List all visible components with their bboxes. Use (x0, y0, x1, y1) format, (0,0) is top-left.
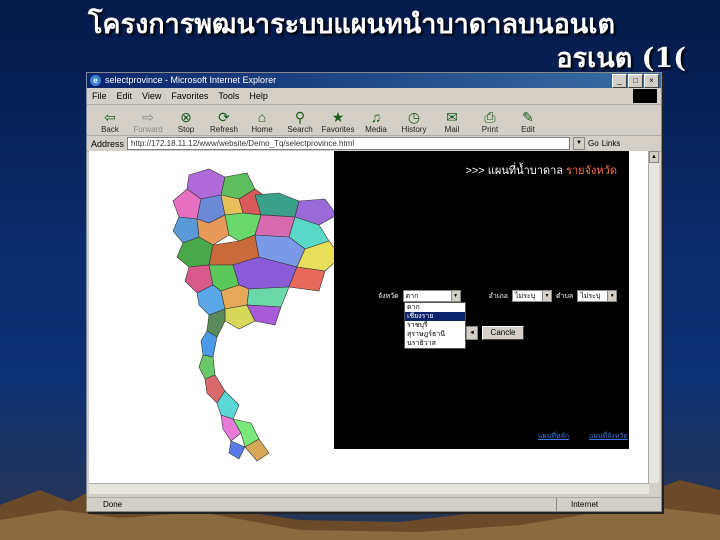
edit-label: Edit (521, 125, 535, 134)
back-button[interactable]: ⇦ Back (91, 109, 129, 135)
address-bar: Address http://172.18.11.12/www/website/… (87, 136, 661, 152)
province-dropdown-list: ตาก เชียงราย ราชบุรี สุราษฎร์ธานี นราธิว… (404, 302, 466, 349)
menu-bar: File Edit View Favorites Tools Help (87, 88, 661, 105)
refresh-label: Refresh (209, 125, 238, 134)
horizontal-scrollbar[interactable] (89, 483, 649, 494)
dropdown-option[interactable]: สุราษฎร์ธานี (405, 330, 465, 339)
back-arrow-icon: ⇦ (104, 109, 116, 125)
slide-title: โครงการพฒนาระบบแผนทนำบาดาลบนอนเต อรเนต (… (88, 8, 688, 76)
province-label: จังหวัด (378, 292, 399, 300)
media-icon: ♫ (370, 109, 382, 125)
mail-button[interactable]: ✉ Mail (433, 109, 471, 135)
district-select[interactable]: ไม่ระบุ ▼ (511, 290, 552, 302)
address-input[interactable]: http://172.18.11.12/www/website/Demo_Tq/… (127, 137, 571, 150)
chevron-down-icon: ▼ (450, 291, 460, 301)
windows-logo-icon (633, 89, 657, 103)
stop-label: Stop (177, 125, 195, 134)
page-viewport: >>> แผนที่น้ำบาดาล รายจังหวัด จังหวัด ตา… (89, 151, 649, 483)
slide-title-line1: โครงการพฒนาระบบแผนทนำบาดาลบนอนเต (88, 9, 616, 40)
address-label: Address (91, 138, 125, 149)
window-titlebar[interactable]: e selectprovince - Microsoft Internet Ex… (87, 73, 661, 88)
province-search-panel: >>> แผนที่น้ำบาดาล รายจังหวัด จังหวัด ตา… (334, 151, 629, 449)
menu-edit[interactable]: Edit (112, 91, 138, 101)
panel-heading-prefix: >>> แผนที่น้ำบาดาล (465, 165, 564, 177)
window-title: selectprovince - Microsoft Internet Expl… (105, 75, 277, 85)
go-button[interactable]: Go (588, 139, 599, 148)
dropdown-option-selected[interactable]: เชียงราย (405, 312, 465, 321)
panel-heading: >>> แผนที่น้ำบาดาล รายจังหวัด (465, 161, 617, 179)
subdistrict-select[interactable]: ไม่ระบุ ▼ (577, 290, 618, 302)
menu-favorites[interactable]: Favorites (166, 91, 213, 101)
dropdown-option[interactable]: ราชบุรี (405, 321, 465, 330)
province-select-value: ตาก (405, 292, 419, 300)
refresh-button[interactable]: ⟳ Refresh (205, 109, 243, 135)
district-select-value: ไม่ระบุ (514, 292, 536, 300)
print-icon: ⎙ (484, 109, 496, 125)
search-icon: ⚲ (294, 109, 306, 125)
minimize-icon[interactable]: _ (612, 74, 627, 88)
menu-tools[interactable]: Tools (213, 91, 244, 101)
history-label: History (401, 125, 427, 134)
mail-label: Mail (444, 125, 460, 134)
stop-button[interactable]: ⊗ Stop (167, 109, 205, 135)
links-button[interactable]: Links (602, 139, 621, 148)
scroll-up-icon[interactable]: ▲ (649, 151, 659, 163)
forward-arrow-icon: ⇨ (142, 109, 154, 125)
media-button[interactable]: ♫ Media (357, 109, 395, 135)
internet-explorer-icon: e (90, 75, 101, 86)
forward-button[interactable]: ⇨ Forward (129, 109, 167, 135)
district-label: อำเภอ (488, 292, 508, 300)
chevron-down-icon: ▼ (541, 291, 551, 301)
menu-help[interactable]: Help (244, 91, 273, 101)
edit-button[interactable]: ✎ Edit (509, 109, 547, 135)
toolbar: ⇦ Back ⇨ Forward ⊗ Stop ⟳ Refresh ⌂ Home ⚲ Sea… (87, 105, 661, 136)
history-button[interactable]: ◷ History (395, 109, 433, 135)
chevron-down-icon: ▼ (607, 291, 617, 301)
home-icon: ⌂ (257, 109, 267, 125)
edit-icon: ✎ (522, 109, 534, 125)
submit-arrow-icon[interactable]: ◄ (466, 326, 478, 340)
cancel-button[interactable]: Cancle (482, 326, 524, 340)
search-button[interactable]: ⚲ Search (281, 109, 319, 135)
address-dropdown-icon[interactable]: ▼ (573, 137, 586, 150)
back-label: Back (101, 125, 119, 134)
panel-links: แผนที่หลัก แผนที่จังหวัด (538, 431, 628, 442)
province-select[interactable]: ตาก ▼ (402, 290, 461, 302)
menu-file[interactable]: File (87, 91, 112, 101)
browser-window: e selectprovince - Microsoft Internet Ex… (86, 72, 662, 512)
favorites-label: Favorites (321, 125, 355, 134)
province-map-link[interactable]: แผนที่จังหวัด (589, 431, 628, 442)
print-button[interactable]: ⎙ Print (471, 109, 509, 135)
search-label: Search (287, 125, 313, 134)
home-button[interactable]: ⌂ Home (243, 109, 281, 135)
panel-heading-highlight: รายจังหวัด (566, 165, 617, 177)
subdistrict-label: ตำบล (555, 292, 574, 300)
maximize-icon[interactable]: □ (628, 74, 643, 88)
stop-icon: ⊗ (180, 109, 192, 125)
close-icon[interactable]: × (644, 74, 659, 88)
status-text: Done (103, 500, 123, 509)
home-label: Home (251, 125, 273, 134)
history-icon: ◷ (407, 109, 421, 125)
main-map-link[interactable]: แผนที่หลัก (538, 431, 569, 442)
thailand-province-map[interactable] (129, 165, 349, 465)
favorites-button[interactable]: ★ Favorites (319, 109, 357, 135)
subdistrict-select-value: ไม่ระบุ (580, 292, 601, 300)
vertical-scrollbar[interactable]: ▲ (648, 151, 659, 483)
dropdown-option[interactable]: ตาก (405, 303, 465, 312)
favorites-icon: ★ (331, 109, 345, 125)
filter-form: จังหวัด ตาก ▼ อำเภอ ไม่ระบุ ▼ ตำบล ไม่ระ… (378, 290, 618, 302)
print-label: Print (481, 125, 499, 134)
mail-icon: ✉ (446, 109, 458, 125)
dropdown-option[interactable]: นราธิวาส (405, 339, 465, 348)
slide-title-line2: อรเนต (1( (556, 43, 686, 74)
zone-indicator: Internet (556, 498, 661, 511)
forward-label: Forward (133, 125, 163, 134)
refresh-icon: ⟳ (218, 109, 230, 125)
status-bar: Done Internet (87, 497, 661, 511)
media-label: Media (365, 125, 387, 134)
menu-view[interactable]: View (137, 91, 166, 101)
